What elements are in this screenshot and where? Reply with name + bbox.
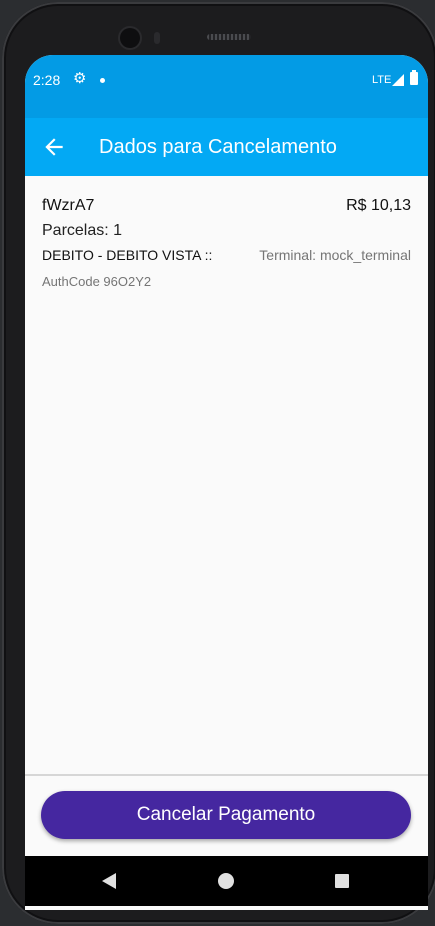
status-time: 2:28 — [33, 72, 61, 88]
front-camera — [120, 28, 140, 48]
terminal-label: Terminal: mock_terminal — [259, 247, 411, 263]
sensor — [154, 32, 160, 44]
notification-dot-icon — [100, 78, 105, 83]
page-title: Dados para Cancelamento — [99, 136, 337, 158]
cancel-payment-button[interactable]: Cancelar Pagamento — [41, 791, 411, 839]
battery-icon — [410, 70, 418, 85]
back-triangle-icon[interactable] — [102, 873, 116, 889]
installments-label: Parcelas: 1 — [42, 222, 123, 239]
payment-type: DEBITO - DEBITO VISTA :: — [42, 247, 213, 263]
status-bar: 2:28 ⚙ LTE — [25, 55, 428, 118]
divider — [25, 774, 428, 776]
system-nav-bar — [25, 856, 428, 906]
transaction-amount: R$ 10,13 — [346, 197, 411, 214]
app-bar: Dados para Cancelamento — [25, 118, 428, 176]
earpiece-speaker — [207, 34, 251, 40]
signal-icon — [392, 74, 404, 86]
auth-code: AuthCode 96O2Y2 — [42, 274, 152, 289]
recents-square-icon[interactable] — [335, 874, 349, 888]
network-type: LTE — [372, 74, 392, 86]
gear-icon: ⚙ — [73, 70, 87, 87]
arrow-left-icon[interactable] — [41, 134, 67, 160]
transaction-id: fWzrA7 — [42, 197, 95, 214]
home-circle-icon[interactable] — [218, 873, 234, 889]
screen: 2:28 ⚙ LTE Dados para Cancelamento fWzrA… — [25, 55, 428, 910]
